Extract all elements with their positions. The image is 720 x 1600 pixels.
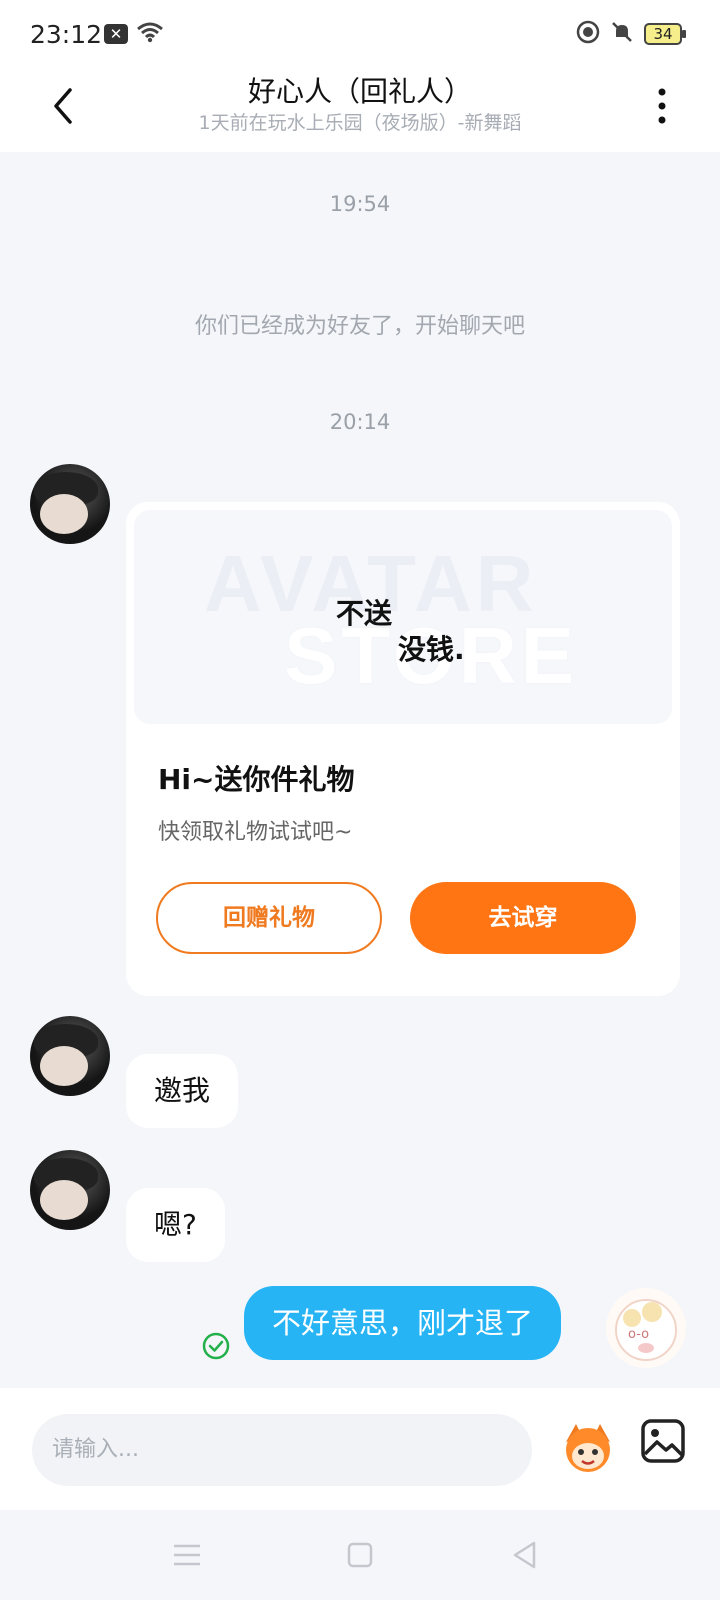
x-notification-icon: ✕ — [104, 24, 128, 44]
mascot-emoji-icon — [566, 1424, 610, 1472]
image-button[interactable] — [640, 1418, 686, 1464]
page-subtitle: 1天前在玩水上乐园（夜场版）-新舞蹈 — [198, 112, 522, 134]
home-square-icon — [347, 1542, 373, 1568]
status-time: 23:12 — [30, 20, 103, 49]
message-input[interactable]: 请输入... — [32, 1414, 532, 1486]
mute-bell-icon — [610, 20, 634, 48]
do-not-disturb-icon — [576, 20, 600, 48]
back-nav-button[interactable] — [508, 1538, 542, 1572]
gift-title: Hi~送你件礼物 — [158, 763, 355, 796]
my-avatar[interactable]: o-o — [606, 1288, 686, 1368]
status-bar: 23:12 ✕ 34 — [0, 0, 720, 66]
avatar[interactable] — [30, 1016, 110, 1096]
system-nav-bar — [0, 1510, 720, 1600]
svg-text:o-o: o-o — [628, 1327, 649, 1342]
gift-subtitle: 快领取礼物试试吧~ — [158, 820, 353, 845]
message-bubble-sent[interactable]: 不好意思，刚才退了 — [244, 1286, 562, 1360]
battery-icon: 34 — [644, 23, 686, 45]
message-bubble[interactable]: 嗯? — [126, 1188, 225, 1262]
timestamp: 19:54 — [329, 192, 391, 216]
avatar[interactable] — [30, 1150, 110, 1230]
wifi-icon — [136, 21, 164, 47]
avatar[interactable] — [30, 464, 110, 544]
emoji-button[interactable] — [556, 1414, 620, 1478]
gift-card[interactable]: AVATAR STORE 不送 没钱. Hi~送你件礼物 快领取礼物试试吧~ 回… — [126, 502, 680, 996]
chat-header: 好心人（回礼人） 1天前在玩水上乐园（夜场版）-新舞蹈 — [0, 66, 720, 152]
chat-area[interactable]: 19:54 你们已经成为好友了，开始聊天吧 20:14 AVATAR STORE… — [0, 152, 720, 1388]
sent-check-icon — [202, 1332, 230, 1360]
timestamp: 20:14 — [329, 410, 391, 434]
menu-nav-button[interactable] — [170, 1538, 204, 1572]
gift-image-text: 不送 — [336, 597, 393, 630]
system-message: 你们已经成为好友了，开始聊天吧 — [194, 314, 525, 339]
gift-image: AVATAR STORE 不送 没钱. — [134, 510, 672, 724]
input-bar: 请输入... — [0, 1388, 720, 1510]
more-vertical-icon — [658, 88, 666, 124]
more-menu-button[interactable] — [652, 82, 680, 130]
page-title: 好心人（回礼人） — [247, 75, 472, 108]
home-nav-button[interactable] — [343, 1538, 377, 1572]
gift-image-text: 没钱. — [398, 633, 465, 666]
return-gift-button[interactable]: 回赠礼物 — [156, 882, 382, 954]
image-icon — [641, 1419, 685, 1463]
back-triangle-icon — [513, 1541, 536, 1569]
message-bubble[interactable]: 邀我 — [126, 1054, 239, 1128]
try-on-button[interactable]: 去试穿 — [410, 882, 636, 954]
menu-icon — [174, 1544, 200, 1566]
